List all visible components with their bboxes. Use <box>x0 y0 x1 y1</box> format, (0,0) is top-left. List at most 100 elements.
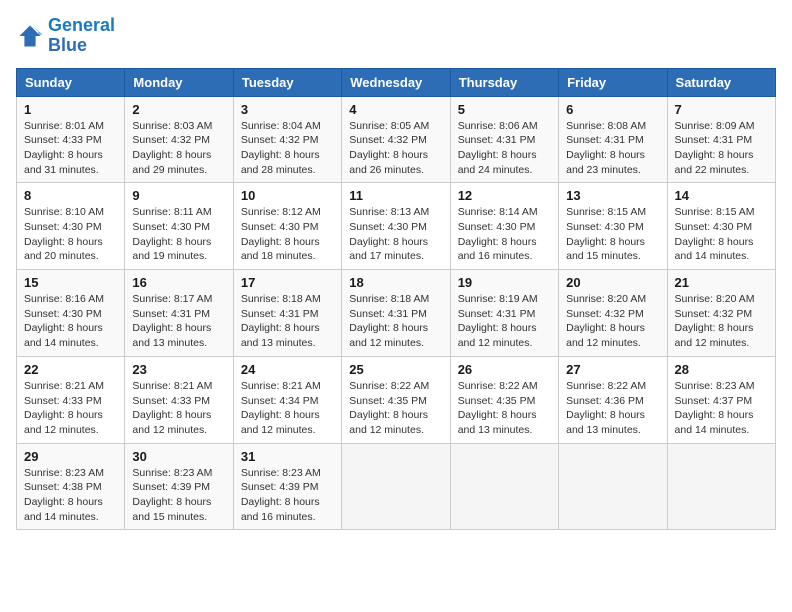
day-header-saturday: Saturday <box>667 68 775 96</box>
day-number: 23 <box>132 362 225 377</box>
day-number: 6 <box>566 102 659 117</box>
calendar-cell: 30 Sunrise: 8:23 AMSunset: 4:39 PMDaylig… <box>125 443 233 530</box>
day-number: 15 <box>24 275 117 290</box>
day-number: 12 <box>458 188 551 203</box>
day-number: 8 <box>24 188 117 203</box>
calendar-cell: 6 Sunrise: 8:08 AMSunset: 4:31 PMDayligh… <box>559 96 667 183</box>
calendar-header-row: SundayMondayTuesdayWednesdayThursdayFrid… <box>17 68 776 96</box>
day-info: Sunrise: 8:12 AMSunset: 4:30 PMDaylight:… <box>241 206 321 262</box>
day-number: 13 <box>566 188 659 203</box>
day-number: 17 <box>241 275 334 290</box>
day-info: Sunrise: 8:21 AMSunset: 4:33 PMDaylight:… <box>132 380 212 436</box>
calendar-cell: 22 Sunrise: 8:21 AMSunset: 4:33 PMDaylig… <box>17 356 125 443</box>
day-info: Sunrise: 8:01 AMSunset: 4:33 PMDaylight:… <box>24 120 104 176</box>
day-number: 11 <box>349 188 442 203</box>
calendar-cell: 18 Sunrise: 8:18 AMSunset: 4:31 PMDaylig… <box>342 270 450 357</box>
day-number: 30 <box>132 449 225 464</box>
calendar-cell: 3 Sunrise: 8:04 AMSunset: 4:32 PMDayligh… <box>233 96 341 183</box>
calendar-cell: 7 Sunrise: 8:09 AMSunset: 4:31 PMDayligh… <box>667 96 775 183</box>
day-header-thursday: Thursday <box>450 68 558 96</box>
calendar-cell: 31 Sunrise: 8:23 AMSunset: 4:39 PMDaylig… <box>233 443 341 530</box>
day-info: Sunrise: 8:15 AMSunset: 4:30 PMDaylight:… <box>675 206 755 262</box>
day-info: Sunrise: 8:17 AMSunset: 4:31 PMDaylight:… <box>132 293 212 349</box>
calendar-cell: 1 Sunrise: 8:01 AMSunset: 4:33 PMDayligh… <box>17 96 125 183</box>
day-number: 14 <box>675 188 768 203</box>
day-info: Sunrise: 8:14 AMSunset: 4:30 PMDaylight:… <box>458 206 538 262</box>
day-number: 1 <box>24 102 117 117</box>
calendar-week-3: 15 Sunrise: 8:16 AMSunset: 4:30 PMDaylig… <box>17 270 776 357</box>
day-header-sunday: Sunday <box>17 68 125 96</box>
day-info: Sunrise: 8:18 AMSunset: 4:31 PMDaylight:… <box>241 293 321 349</box>
logo: General Blue <box>16 16 115 56</box>
calendar-cell: 23 Sunrise: 8:21 AMSunset: 4:33 PMDaylig… <box>125 356 233 443</box>
calendar-cell: 5 Sunrise: 8:06 AMSunset: 4:31 PMDayligh… <box>450 96 558 183</box>
calendar-cell: 19 Sunrise: 8:19 AMSunset: 4:31 PMDaylig… <box>450 270 558 357</box>
day-info: Sunrise: 8:11 AMSunset: 4:30 PMDaylight:… <box>132 206 211 262</box>
calendar-cell <box>667 443 775 530</box>
calendar-cell: 26 Sunrise: 8:22 AMSunset: 4:35 PMDaylig… <box>450 356 558 443</box>
calendar-week-5: 29 Sunrise: 8:23 AMSunset: 4:38 PMDaylig… <box>17 443 776 530</box>
day-info: Sunrise: 8:23 AMSunset: 4:37 PMDaylight:… <box>675 380 755 436</box>
day-info: Sunrise: 8:22 AMSunset: 4:35 PMDaylight:… <box>458 380 538 436</box>
calendar-table: SundayMondayTuesdayWednesdayThursdayFrid… <box>16 68 776 531</box>
day-header-tuesday: Tuesday <box>233 68 341 96</box>
day-info: Sunrise: 8:23 AMSunset: 4:39 PMDaylight:… <box>132 467 212 523</box>
day-info: Sunrise: 8:20 AMSunset: 4:32 PMDaylight:… <box>566 293 646 349</box>
calendar-cell: 29 Sunrise: 8:23 AMSunset: 4:38 PMDaylig… <box>17 443 125 530</box>
day-info: Sunrise: 8:16 AMSunset: 4:30 PMDaylight:… <box>24 293 104 349</box>
day-number: 19 <box>458 275 551 290</box>
calendar-cell: 14 Sunrise: 8:15 AMSunset: 4:30 PMDaylig… <box>667 183 775 270</box>
calendar-cell: 24 Sunrise: 8:21 AMSunset: 4:34 PMDaylig… <box>233 356 341 443</box>
calendar-cell: 10 Sunrise: 8:12 AMSunset: 4:30 PMDaylig… <box>233 183 341 270</box>
day-info: Sunrise: 8:04 AMSunset: 4:32 PMDaylight:… <box>241 120 321 176</box>
calendar-cell: 20 Sunrise: 8:20 AMSunset: 4:32 PMDaylig… <box>559 270 667 357</box>
day-number: 16 <box>132 275 225 290</box>
day-number: 21 <box>675 275 768 290</box>
day-number: 24 <box>241 362 334 377</box>
day-number: 18 <box>349 275 442 290</box>
day-info: Sunrise: 8:18 AMSunset: 4:31 PMDaylight:… <box>349 293 429 349</box>
calendar-cell: 2 Sunrise: 8:03 AMSunset: 4:32 PMDayligh… <box>125 96 233 183</box>
day-number: 5 <box>458 102 551 117</box>
day-number: 7 <box>675 102 768 117</box>
day-number: 22 <box>24 362 117 377</box>
day-info: Sunrise: 8:08 AMSunset: 4:31 PMDaylight:… <box>566 120 646 176</box>
day-header-friday: Friday <box>559 68 667 96</box>
day-number: 3 <box>241 102 334 117</box>
calendar-cell: 27 Sunrise: 8:22 AMSunset: 4:36 PMDaylig… <box>559 356 667 443</box>
calendar-week-1: 1 Sunrise: 8:01 AMSunset: 4:33 PMDayligh… <box>17 96 776 183</box>
day-info: Sunrise: 8:15 AMSunset: 4:30 PMDaylight:… <box>566 206 646 262</box>
calendar-cell: 28 Sunrise: 8:23 AMSunset: 4:37 PMDaylig… <box>667 356 775 443</box>
calendar-cell <box>342 443 450 530</box>
calendar-week-2: 8 Sunrise: 8:10 AMSunset: 4:30 PMDayligh… <box>17 183 776 270</box>
calendar-cell: 16 Sunrise: 8:17 AMSunset: 4:31 PMDaylig… <box>125 270 233 357</box>
day-info: Sunrise: 8:20 AMSunset: 4:32 PMDaylight:… <box>675 293 755 349</box>
day-header-monday: Monday <box>125 68 233 96</box>
calendar-cell: 4 Sunrise: 8:05 AMSunset: 4:32 PMDayligh… <box>342 96 450 183</box>
calendar-cell <box>450 443 558 530</box>
day-number: 9 <box>132 188 225 203</box>
day-number: 27 <box>566 362 659 377</box>
day-number: 20 <box>566 275 659 290</box>
day-number: 29 <box>24 449 117 464</box>
day-info: Sunrise: 8:22 AMSunset: 4:36 PMDaylight:… <box>566 380 646 436</box>
page-header: General Blue <box>16 16 776 56</box>
calendar-cell: 15 Sunrise: 8:16 AMSunset: 4:30 PMDaylig… <box>17 270 125 357</box>
calendar-cell: 21 Sunrise: 8:20 AMSunset: 4:32 PMDaylig… <box>667 270 775 357</box>
calendar-cell: 8 Sunrise: 8:10 AMSunset: 4:30 PMDayligh… <box>17 183 125 270</box>
day-info: Sunrise: 8:10 AMSunset: 4:30 PMDaylight:… <box>24 206 104 262</box>
day-info: Sunrise: 8:19 AMSunset: 4:31 PMDaylight:… <box>458 293 538 349</box>
day-header-wednesday: Wednesday <box>342 68 450 96</box>
calendar-cell: 11 Sunrise: 8:13 AMSunset: 4:30 PMDaylig… <box>342 183 450 270</box>
calendar-week-4: 22 Sunrise: 8:21 AMSunset: 4:33 PMDaylig… <box>17 356 776 443</box>
day-info: Sunrise: 8:06 AMSunset: 4:31 PMDaylight:… <box>458 120 538 176</box>
day-info: Sunrise: 8:23 AMSunset: 4:38 PMDaylight:… <box>24 467 104 523</box>
day-info: Sunrise: 8:05 AMSunset: 4:32 PMDaylight:… <box>349 120 429 176</box>
calendar-cell: 12 Sunrise: 8:14 AMSunset: 4:30 PMDaylig… <box>450 183 558 270</box>
logo-text: General Blue <box>48 16 115 56</box>
day-number: 4 <box>349 102 442 117</box>
day-number: 2 <box>132 102 225 117</box>
calendar-cell: 9 Sunrise: 8:11 AMSunset: 4:30 PMDayligh… <box>125 183 233 270</box>
day-info: Sunrise: 8:13 AMSunset: 4:30 PMDaylight:… <box>349 206 429 262</box>
day-info: Sunrise: 8:23 AMSunset: 4:39 PMDaylight:… <box>241 467 321 523</box>
